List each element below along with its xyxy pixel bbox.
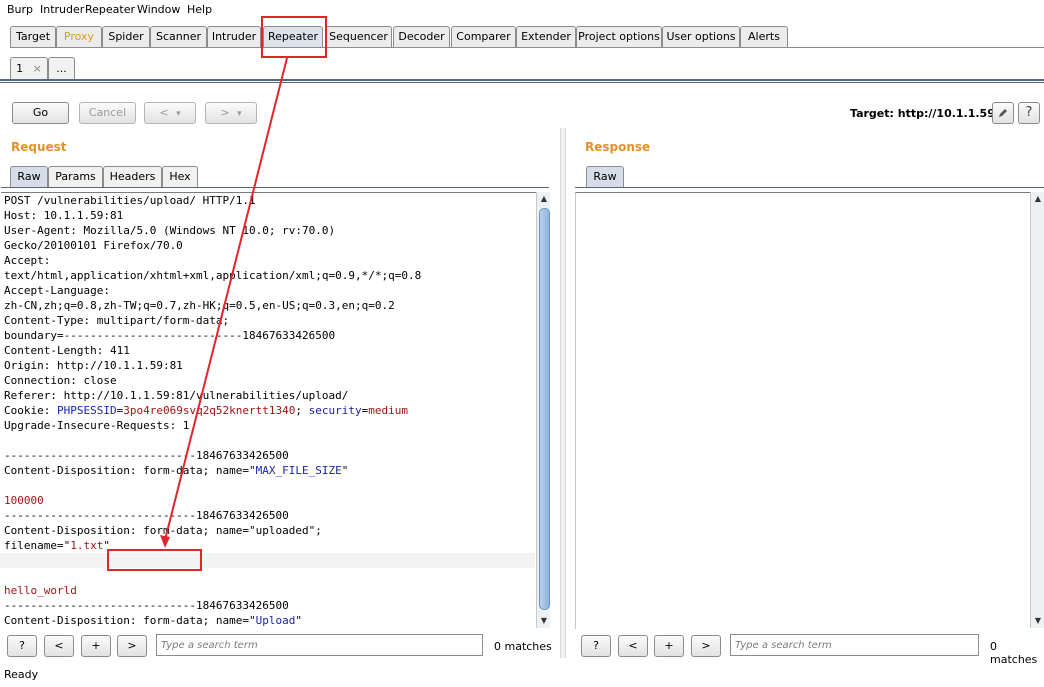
annotation-arrow — [160, 57, 288, 548]
